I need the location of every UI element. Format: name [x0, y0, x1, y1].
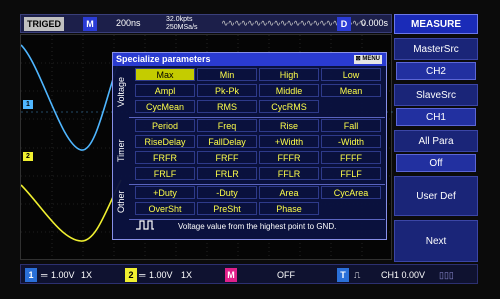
param-rms[interactable]: RMS	[197, 100, 257, 113]
trigger-edge-icon: ⎍	[354, 270, 361, 280]
param-rise[interactable]: Rise	[259, 119, 319, 132]
param--width[interactable]: +Width	[259, 135, 319, 148]
param-middle[interactable]: Middle	[259, 84, 319, 97]
param-phase[interactable]: Phase	[259, 202, 319, 215]
specialize-parameters-dialog: Specialize parameters ⊠ MENU Max Min High L…	[112, 52, 387, 240]
sample-info: 32.0kpts 250MSa/s	[166, 16, 198, 32]
ch1-scale: 1.00V	[51, 270, 75, 280]
param--duty[interactable]: -Duty	[197, 186, 257, 199]
group-separator	[129, 117, 385, 118]
parameter-description: Voltage value from the highest point to …	[178, 222, 337, 231]
param-pk-pk[interactable]: Pk-Pk	[197, 84, 257, 97]
dialog-title-text: Specialize parameters	[116, 54, 211, 64]
group-separator	[129, 184, 385, 185]
mode-badge: M	[83, 17, 97, 31]
ch1-badge[interactable]: 1	[25, 268, 37, 282]
dialog-title: Specialize parameters ⊠ MENU	[113, 53, 386, 66]
trigger-info: CH1 0.00V	[381, 270, 426, 280]
group-label-voltage: Voltage	[116, 76, 126, 108]
ch2-coupling-icon: ═	[139, 270, 146, 280]
trigger-status: TRIGED	[24, 17, 65, 31]
menu-title: MEASURE	[394, 14, 478, 34]
slave-src-value[interactable]: CH1	[396, 108, 476, 126]
master-src-button[interactable]: MasterSrc	[394, 38, 478, 60]
usb-status-icon: ▯▯▯	[439, 270, 454, 280]
param-period[interactable]: Period	[135, 119, 195, 132]
ch2-badge[interactable]: 2	[125, 268, 137, 282]
group-label-other: Other	[116, 190, 126, 214]
math-state: OFF	[277, 270, 295, 280]
param-area[interactable]: Area	[259, 186, 319, 199]
param-fffr[interactable]: FFFR	[259, 151, 319, 164]
ch1-waveform	[21, 44, 122, 151]
master-src-value[interactable]: CH2	[396, 62, 476, 80]
ch2-scale: 1.00V	[149, 270, 173, 280]
delay-badge: D	[337, 17, 351, 31]
measure-menu: MEASURE MasterSrc CH2 SlaveSrc CH1 All P…	[394, 14, 478, 262]
memory-depth: 32.0kpts	[166, 16, 193, 23]
param-frfr[interactable]: FRFR	[135, 151, 195, 164]
status-bar: TRIGED M 200ns 32.0kpts 250MSa/s ∿∿∿∿∿∿∿…	[20, 14, 392, 33]
param-falldelay[interactable]: FallDelay	[197, 135, 257, 148]
sample-rate: 250MSa/s	[166, 24, 198, 31]
param-fall[interactable]: Fall	[321, 119, 381, 132]
param-high[interactable]: High	[259, 68, 319, 81]
param-cycmean[interactable]: CycMean	[135, 100, 195, 113]
ch1-coupling-icon: ═	[41, 270, 48, 280]
ch2-ground-marker[interactable]: 2	[23, 152, 33, 161]
pulse-icon	[136, 220, 154, 230]
param-frlr[interactable]: FRLR	[197, 167, 257, 180]
ch1-probe: 1X	[81, 270, 93, 280]
ch2-probe: 1X	[181, 270, 193, 280]
next-button[interactable]: Next	[394, 220, 478, 262]
dialog-menu-button[interactable]: ⊠ MENU	[353, 55, 382, 64]
param-max[interactable]: Max	[135, 68, 195, 81]
time-offset: 0.000s	[361, 18, 389, 28]
all-para-button[interactable]: All Para	[394, 130, 478, 152]
channel-status-bar: 1 ═ 1.00V 1X 2 ═ 1.00V 1X M OFF T ⎍ CH1 …	[20, 264, 478, 284]
dialog-menu-label: MENU	[362, 56, 380, 62]
param-freq[interactable]: Freq	[197, 119, 257, 132]
trigger-badge[interactable]: T	[337, 268, 349, 282]
param-cycrms[interactable]: CycRMS	[259, 100, 319, 113]
timebase-readout: 200ns	[116, 18, 141, 28]
oscilloscope-screen: TRIGED M 200ns 32.0kpts 250MSa/s ∿∿∿∿∿∿∿…	[0, 0, 500, 299]
param-presht[interactable]: PreSht	[197, 202, 257, 215]
param-frlf[interactable]: FRLF	[135, 167, 195, 180]
group-label-timer: Timer	[116, 139, 126, 163]
group-separator	[129, 219, 385, 220]
param-fflf[interactable]: FFLF	[321, 167, 381, 180]
all-para-value[interactable]: Off	[396, 154, 476, 172]
param-frff[interactable]: FRFF	[197, 151, 257, 164]
param-cycarea[interactable]: CycArea	[321, 186, 381, 199]
param-low[interactable]: Low	[321, 68, 381, 81]
param--width[interactable]: -Width	[321, 135, 381, 148]
param-mean[interactable]: Mean	[321, 84, 381, 97]
param--duty[interactable]: +Duty	[135, 186, 195, 199]
math-badge[interactable]: M	[225, 268, 237, 282]
param-ampl[interactable]: Ampl	[135, 84, 195, 97]
param-fflr[interactable]: FFLR	[259, 167, 319, 180]
slave-src-button[interactable]: SlaveSrc	[394, 84, 478, 106]
param-oversht[interactable]: OverSht	[135, 202, 195, 215]
param-min[interactable]: Min	[197, 68, 257, 81]
user-def-button[interactable]: User Def	[394, 176, 478, 216]
ch1-ground-marker[interactable]: 1	[23, 100, 33, 109]
param-risedelay[interactable]: RiseDelay	[135, 135, 195, 148]
param-ffff[interactable]: FFFF	[321, 151, 381, 164]
